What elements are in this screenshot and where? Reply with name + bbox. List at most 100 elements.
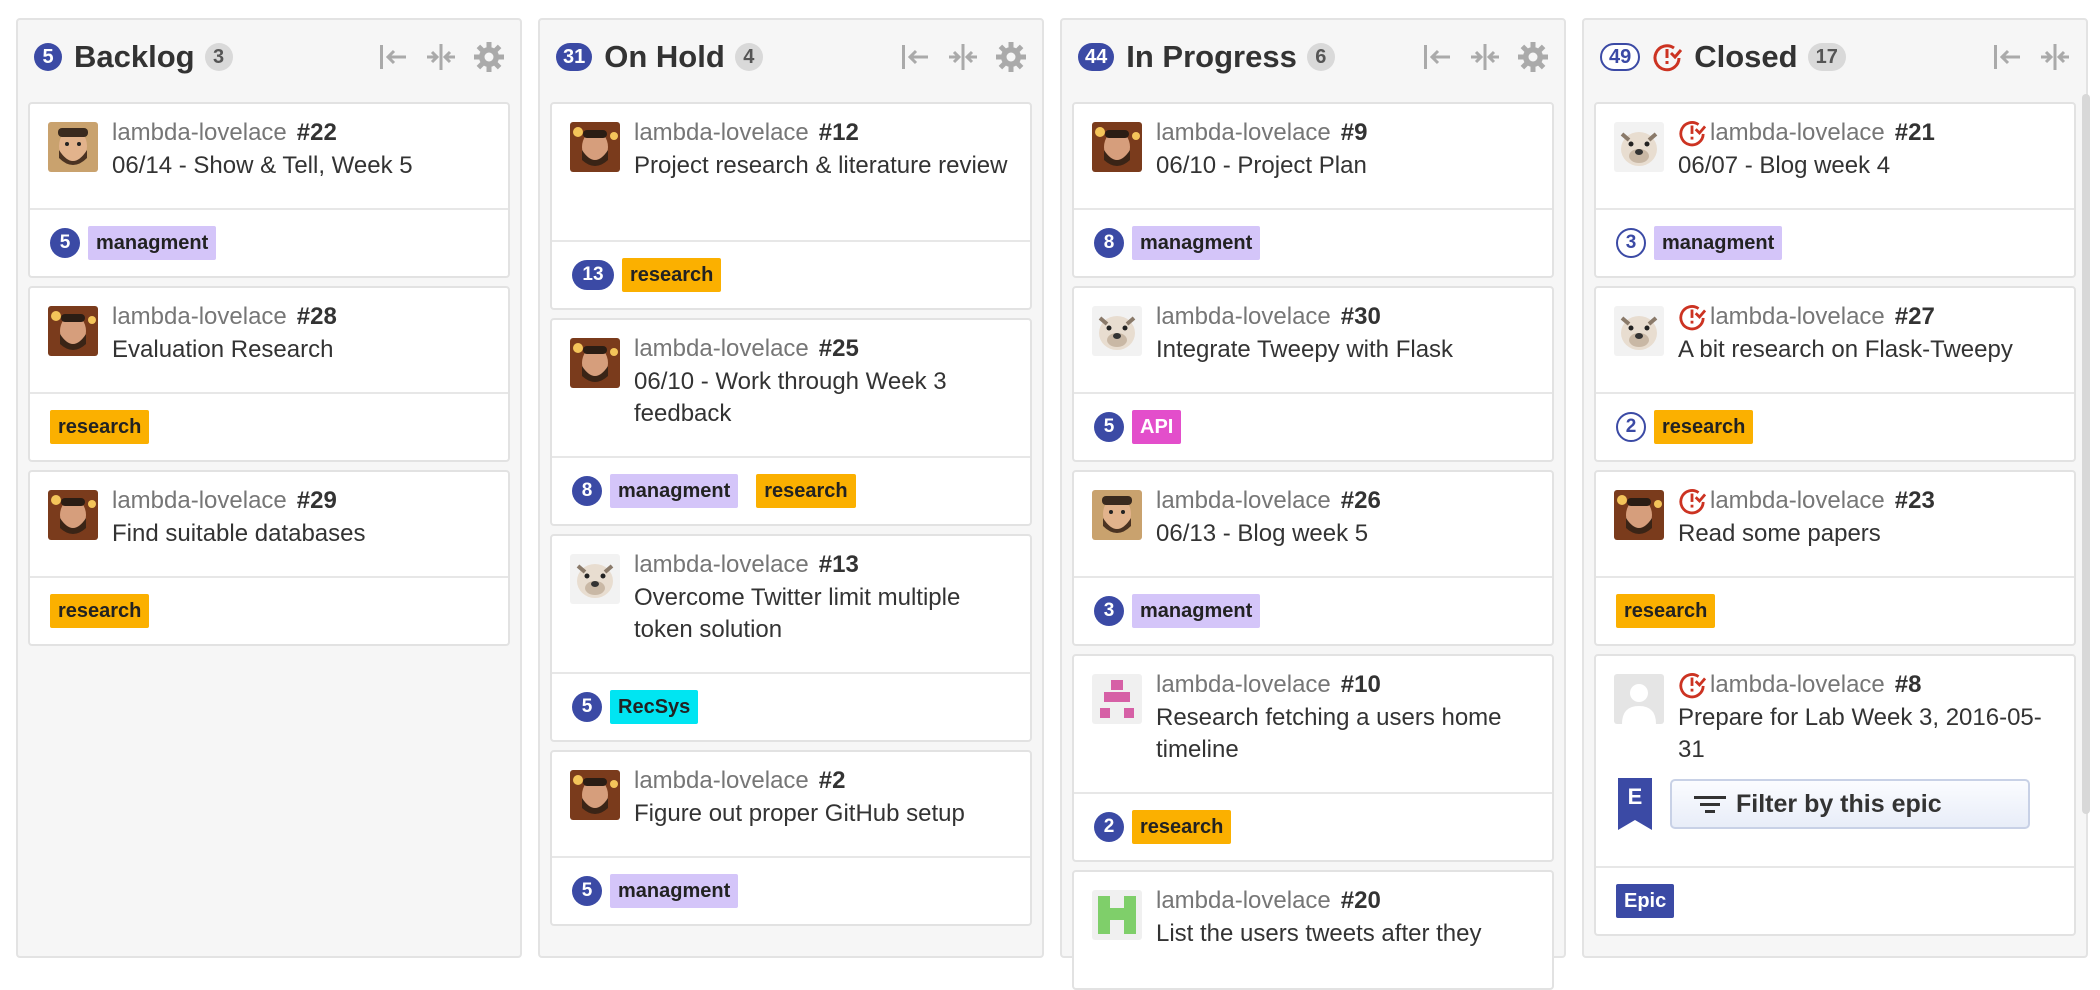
avatar-bearded-man-icon[interactable] <box>570 122 620 172</box>
issue-author[interactable]: lambda-lovelace <box>634 335 809 363</box>
issue-title[interactable]: Overcome Twitter limit multiple token so… <box>634 582 1018 646</box>
collapse-left-icon[interactable] <box>376 40 410 74</box>
issue-number[interactable]: #22 <box>297 119 337 147</box>
issue-author[interactable]: lambda-lovelace <box>112 487 287 515</box>
gear-icon[interactable] <box>994 40 1028 74</box>
avatar-bulldog-icon[interactable] <box>1614 306 1664 356</box>
issue-author[interactable]: lambda-lovelace <box>112 119 287 147</box>
label-managment[interactable]: managment <box>610 474 739 508</box>
issue-title[interactable]: List the users tweets after they <box>1156 918 1540 950</box>
issue-card[interactable]: lambda-lovelace #13 Overcome Twitter limi… <box>550 534 1032 742</box>
issue-number[interactable]: #28 <box>297 303 337 331</box>
issue-number[interactable]: #13 <box>819 551 859 579</box>
issue-card[interactable]: lambda-lovelace #21 06/07 - Blog week 4 3… <box>1594 102 2076 278</box>
avatar-bearded-man-icon[interactable] <box>48 122 98 172</box>
avatar-bearded-man-icon[interactable] <box>1092 122 1142 172</box>
avatar-bearded-man-icon[interactable] <box>570 770 620 820</box>
issue-card[interactable]: lambda-lovelace #20 List the users tweets… <box>1072 870 1554 990</box>
avatar-bulldog-icon[interactable] <box>1614 122 1664 172</box>
issue-author[interactable]: lambda-lovelace <box>1710 303 1885 331</box>
label-research[interactable]: research <box>50 410 150 444</box>
issue-title[interactable]: Research fetching a users home timeline <box>1156 702 1540 766</box>
collapse-column-icon[interactable] <box>946 40 980 74</box>
avatar-bulldog-icon[interactable] <box>570 554 620 604</box>
collapse-left-icon[interactable] <box>1420 40 1454 74</box>
label-research[interactable]: research <box>50 594 150 628</box>
issue-number[interactable]: #10 <box>1341 671 1381 699</box>
avatar-bearded-man-icon[interactable] <box>570 338 620 388</box>
issue-number[interactable]: #25 <box>819 335 859 363</box>
avatar-default-icon[interactable] <box>1614 674 1664 724</box>
issue-title[interactable]: 06/10 - Project Plan <box>1156 150 1540 182</box>
gear-icon[interactable] <box>472 40 506 74</box>
issue-card[interactable]: lambda-lovelace #29 Find suitable databas… <box>28 470 510 646</box>
issue-title[interactable]: Project research & literature review <box>634 150 1018 182</box>
issue-number[interactable]: #20 <box>1341 887 1381 915</box>
issue-card[interactable]: lambda-lovelace #25 06/10 - Work through … <box>550 318 1032 526</box>
label-managment[interactable]: managment <box>1132 226 1261 260</box>
avatar-bearded-man-icon[interactable] <box>48 306 98 356</box>
avatar-bearded-man-icon[interactable] <box>1614 490 1664 540</box>
label-managment[interactable]: managment <box>1132 594 1261 628</box>
label-recsys[interactable]: RecSys <box>610 690 699 724</box>
gear-icon[interactable] <box>1516 40 1550 74</box>
collapse-left-icon[interactable] <box>898 40 932 74</box>
issue-number[interactable]: #8 <box>1895 671 1922 699</box>
issue-card[interactable]: lambda-lovelace #9 06/10 - Project Plan 8… <box>1072 102 1554 278</box>
issue-author[interactable]: lambda-lovelace <box>112 303 287 331</box>
avatar-pink-identicon-icon[interactable] <box>1092 674 1142 724</box>
issue-number[interactable]: #23 <box>1895 487 1935 515</box>
issue-number[interactable]: #26 <box>1341 487 1381 515</box>
collapse-left-icon[interactable] <box>1990 40 2024 74</box>
issue-author[interactable]: lambda-lovelace <box>1156 887 1331 915</box>
label-research[interactable]: research <box>1616 594 1716 628</box>
issue-number[interactable]: #27 <box>1895 303 1935 331</box>
issue-title[interactable]: 06/14 - Show & Tell, Week 5 <box>112 150 496 182</box>
issue-title[interactable]: Integrate Tweepy with Flask <box>1156 334 1540 366</box>
collapse-column-icon[interactable] <box>2038 40 2072 74</box>
issue-title[interactable]: 06/13 - Blog week 5 <box>1156 518 1540 550</box>
issue-author[interactable]: lambda-lovelace <box>1710 487 1885 515</box>
label-epic[interactable]: Epic <box>1616 884 1675 918</box>
collapse-column-icon[interactable] <box>424 40 458 74</box>
issue-card[interactable]: lambda-lovelace #30 Integrate Tweepy with… <box>1072 286 1554 462</box>
issue-number[interactable]: #2 <box>819 767 846 795</box>
issue-author[interactable]: lambda-lovelace <box>1710 671 1885 699</box>
issue-card[interactable]: lambda-lovelace #23 Read some papers rese… <box>1594 470 2076 646</box>
issue-title[interactable]: Figure out proper GitHub setup <box>634 798 1018 830</box>
label-research[interactable]: research <box>622 258 722 292</box>
label-managment[interactable]: managment <box>610 874 739 908</box>
issue-number[interactable]: #21 <box>1895 119 1935 147</box>
issue-title[interactable]: Read some papers <box>1678 518 2062 550</box>
avatar-bulldog-icon[interactable] <box>1092 306 1142 356</box>
issue-card[interactable]: lambda-lovelace #10 Research fetching a u… <box>1072 654 1554 862</box>
issue-number[interactable]: #30 <box>1341 303 1381 331</box>
issue-card[interactable]: lambda-lovelace #2 Figure out proper GitH… <box>550 750 1032 926</box>
issue-number[interactable]: #9 <box>1341 119 1368 147</box>
label-managment[interactable]: managment <box>1654 226 1783 260</box>
issue-title[interactable]: A bit research on Flask-Tweepy <box>1678 334 2062 366</box>
issue-author[interactable]: lambda-lovelace <box>1710 119 1885 147</box>
issue-author[interactable]: lambda-lovelace <box>1156 487 1331 515</box>
issue-title[interactable]: Prepare for Lab Week 3, 2016-05-31 <box>1678 702 2062 766</box>
issue-title[interactable]: Find suitable databases <box>112 518 496 550</box>
avatar-green-identicon-icon[interactable] <box>1092 890 1142 940</box>
issue-number[interactable]: #29 <box>297 487 337 515</box>
issue-author[interactable]: lambda-lovelace <box>1156 671 1331 699</box>
avatar-bearded-man-icon[interactable] <box>48 490 98 540</box>
issue-author[interactable]: lambda-lovelace <box>1156 119 1331 147</box>
label-managment[interactable]: managment <box>88 226 217 260</box>
label-api[interactable]: API <box>1132 410 1182 444</box>
issue-author[interactable]: lambda-lovelace <box>634 767 809 795</box>
issue-author[interactable]: lambda-lovelace <box>634 119 809 147</box>
label-research[interactable]: research <box>1654 410 1754 444</box>
issue-author[interactable]: lambda-lovelace <box>634 551 809 579</box>
vertical-scrollbar[interactable] <box>2082 94 2090 814</box>
issue-title[interactable]: Evaluation Research <box>112 334 496 366</box>
label-research[interactable]: research <box>1132 810 1232 844</box>
issue-card[interactable]: lambda-lovelace #12 Project research & li… <box>550 102 1032 310</box>
avatar-bearded-man-icon[interactable] <box>1092 490 1142 540</box>
label-research[interactable]: research <box>756 474 856 508</box>
issue-author[interactable]: lambda-lovelace <box>1156 303 1331 331</box>
filter-by-epic-button[interactable]: Filter by this epic <box>1670 779 2030 829</box>
